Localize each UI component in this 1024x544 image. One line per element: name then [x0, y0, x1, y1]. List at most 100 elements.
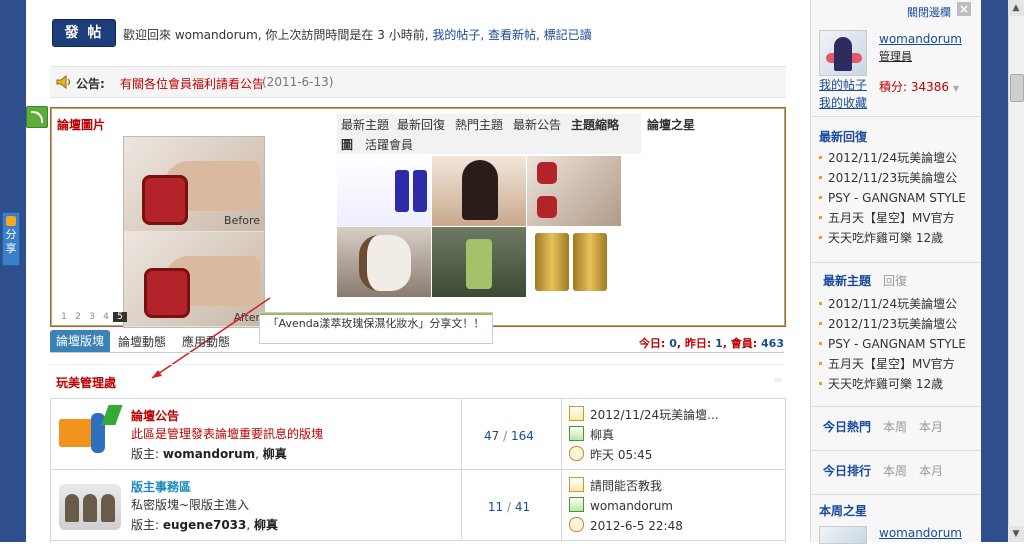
topic-count: 11: [487, 500, 504, 514]
list-item-label[interactable]: PSY - GANGNAM STYLE: [828, 191, 966, 205]
last-post-user-row[interactable]: womandorum: [569, 497, 673, 513]
latest-replies-title[interactable]: 最新回復: [819, 128, 867, 145]
rank-today-title[interactable]: 今日排行: [823, 462, 871, 479]
slideshow-image[interactable]: Before After: [123, 136, 265, 328]
bullet-icon: [819, 196, 822, 199]
chevron-down-icon[interactable]: ▼: [953, 84, 959, 93]
post-button[interactable]: 發 帖: [52, 19, 116, 47]
slide-page-3[interactable]: 3: [85, 312, 99, 322]
tab-latest-announcements[interactable]: 最新公告: [513, 116, 561, 133]
latest-topics-list: 2012/11/24玩美論壇公 2012/11/23玩美論壇公 PSY - GA…: [819, 294, 966, 394]
thumb-dog[interactable]: [337, 227, 431, 297]
list-item-label[interactable]: 2012/11/24玩美論壇公: [828, 151, 957, 165]
thumb-bottles[interactable]: [337, 156, 431, 226]
list-item-label[interactable]: PSY - GANGNAM STYLE: [828, 337, 966, 351]
list-item[interactable]: 2012/11/23玩美論壇公: [819, 168, 966, 188]
list-item-label[interactable]: 2012/11/24玩美論壇公: [828, 297, 957, 311]
person-shape: [462, 160, 498, 220]
can-shape: [573, 233, 607, 291]
list-item-label[interactable]: 2012/11/23玩美論壇公: [828, 317, 957, 331]
tab-forum-star[interactable]: 論壇之星: [647, 116, 695, 133]
last-post-title[interactable]: 請問能否教我: [590, 479, 662, 493]
moderator-link[interactable]: womandorum: [163, 447, 255, 461]
last-post-user-row[interactable]: 柳真: [569, 426, 614, 443]
list-item[interactable]: 天天吃炸雞可樂 12歲: [819, 374, 966, 394]
avatar[interactable]: [819, 526, 867, 544]
list-item[interactable]: PSY - GANGNAM STYLE: [819, 188, 966, 208]
list-item[interactable]: 天天吃炸雞可樂 12歲: [819, 228, 966, 248]
slide-page-4[interactable]: 4: [99, 312, 113, 322]
hot-week-tab[interactable]: 本周: [883, 418, 907, 435]
rank-month-tab[interactable]: 本月: [919, 462, 943, 479]
welcome-links[interactable]: 我的帖子, 查看新帖, 標記已讀: [432, 28, 591, 42]
avatar[interactable]: [819, 30, 867, 76]
list-item[interactable]: 五月天【星空】MV官方: [819, 208, 966, 228]
hot-today-title[interactable]: 今日熱門: [823, 418, 871, 435]
rss-icon[interactable]: [26, 106, 48, 128]
last-post-user[interactable]: womandorum: [590, 499, 673, 513]
tab-forum-boards[interactable]: 論壇版塊: [50, 330, 111, 352]
forum-counts: 11 / 41: [461, 500, 557, 514]
latest-topics-alt[interactable]: 回復: [883, 272, 907, 289]
close-sidebar-link[interactable]: 關閉邊欄: [907, 4, 951, 20]
bottle-shape: [395, 170, 409, 212]
share-icon: [6, 216, 16, 226]
list-item-label[interactable]: 五月天【星空】MV官方: [828, 211, 955, 225]
forum-name[interactable]: 論壇公告: [131, 407, 179, 424]
slide-page-1[interactable]: 1: [57, 312, 71, 322]
rank-week-tab[interactable]: 本周: [883, 462, 907, 479]
collapse-icon[interactable]: [774, 378, 782, 382]
thumb-green-drink[interactable]: [432, 227, 526, 297]
column-divider: [561, 470, 562, 540]
list-item-label[interactable]: 天天吃炸雞可樂 12歲: [828, 231, 943, 245]
my-posts-link[interactable]: 我的帖子: [819, 76, 867, 94]
thumb-watch-compare[interactable]: [527, 156, 621, 226]
mods-label: 版主:: [131, 518, 160, 532]
slide-page-5[interactable]: 5: [113, 312, 127, 322]
notice-link[interactable]: 有關各位會員福利請看公告: [120, 75, 264, 92]
share-tab[interactable]: 分享: [2, 212, 20, 266]
forum-stats: 今日: 0, 昨日: 1, 會員: 463: [638, 337, 784, 350]
list-item[interactable]: 2012/11/24玩美論壇公: [819, 148, 966, 168]
moderator-link[interactable]: 柳真: [254, 518, 278, 532]
my-favorites-link[interactable]: 我的收藏: [819, 94, 867, 112]
list-item-label[interactable]: 五月天【星空】MV官方: [828, 357, 955, 371]
weekly-star-title[interactable]: 本周之星: [819, 502, 867, 519]
list-item-label[interactable]: 2012/11/23玩美論壇公: [828, 171, 957, 185]
tab-active-members[interactable]: 活躍會員: [365, 136, 413, 153]
section-title[interactable]: 玩美管理處: [56, 374, 116, 391]
list-item[interactable]: 2012/11/24玩美論壇公: [819, 294, 966, 314]
tab-latest-replies[interactable]: 最新回復: [397, 116, 445, 133]
moderator-link[interactable]: 柳真: [263, 447, 287, 461]
last-post-user[interactable]: 柳真: [590, 428, 614, 442]
list-item[interactable]: 2012/11/23玩美論壇公: [819, 314, 966, 334]
thumb-girl-phone[interactable]: [432, 156, 526, 226]
close-icon[interactable]: ×: [957, 2, 971, 16]
sidebar-role[interactable]: 管理員: [879, 48, 912, 64]
weekly-star-user[interactable]: womandorum: [879, 526, 962, 540]
tab-hot-topics[interactable]: 熱門主題: [455, 116, 503, 133]
forum-name[interactable]: 版主事務區: [131, 478, 191, 495]
tab-latest-topics[interactable]: 最新主題: [341, 116, 389, 133]
scroll-down-icon[interactable]: ▼: [1008, 526, 1024, 542]
scrollbar-thumb[interactable]: [1010, 74, 1024, 102]
last-post-title[interactable]: 2012/11/24玩美論壇...: [590, 408, 719, 422]
mods-label: 版主:: [131, 447, 160, 461]
latest-topics-title[interactable]: 最新主題: [823, 272, 871, 289]
tab-topic-thumbnails[interactable]: 主題縮略: [571, 116, 619, 133]
sidebar-username[interactable]: womandorum: [879, 32, 962, 46]
stats-yesterday-label: 昨日:: [684, 337, 712, 350]
tab-forum-activity[interactable]: 論壇動態: [118, 333, 166, 350]
list-item-label[interactable]: 天天吃炸雞可樂 12歲: [828, 377, 943, 391]
moderator-link[interactable]: eugene7033: [163, 518, 247, 532]
last-post-title-row[interactable]: 請問能否教我: [569, 477, 662, 494]
hot-month-tab[interactable]: 本月: [919, 418, 943, 435]
thumb-gold-cans[interactable]: [527, 227, 621, 297]
list-item[interactable]: PSY - GANGNAM STYLE: [819, 334, 966, 354]
scroll-up-icon[interactable]: ▲: [1008, 0, 1024, 16]
list-item[interactable]: 五月天【星空】MV官方: [819, 354, 966, 374]
tab-forum-star-wrap[interactable]: 圖: [341, 136, 353, 153]
tab-app-activity[interactable]: 應用動態: [182, 333, 230, 350]
last-post-title-row[interactable]: 2012/11/24玩美論壇...: [569, 406, 719, 423]
slide-page-2[interactable]: 2: [71, 312, 85, 322]
